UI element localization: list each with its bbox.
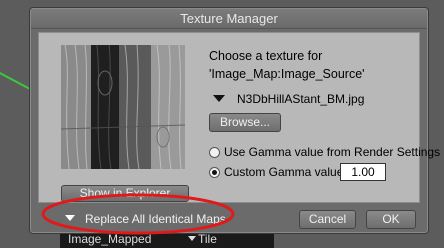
texture-manager-dialog: Texture Manager Choose a texture for 'Im…: [30, 8, 440, 233]
texture-dropdown-arrow-icon[interactable]: [213, 95, 225, 102]
gamma-custom-label: Custom Gamma value:: [224, 165, 347, 179]
background-property-value: Tile: [198, 232, 217, 246]
replace-dropdown-arrow-icon[interactable]: [65, 215, 75, 221]
texture-file-select[interactable]: N3DbHillAStant_BM.jpg: [237, 92, 364, 106]
replace-all-identical-maps-option[interactable]: Replace All Identical Maps: [85, 212, 226, 226]
browse-button[interactable]: Browse...: [209, 113, 281, 132]
prompt-line-1: Choose a texture for: [209, 49, 323, 63]
dialog-title: Texture Manager: [31, 9, 427, 29]
chevron-down-icon: [188, 236, 196, 241]
gamma-render-settings-label: Use Gamma value from Render Settings: [224, 145, 441, 159]
background-property-name: Image_Mapped: [68, 232, 152, 246]
texture-preview-image: [61, 45, 185, 169]
ok-button[interactable]: OK: [366, 210, 416, 229]
gamma-custom-radio[interactable]: [209, 167, 220, 178]
cancel-button[interactable]: Cancel: [299, 210, 356, 229]
dialog-content: Choose a texture for 'Image_Map:Image_So…: [38, 32, 440, 203]
prompt-line-2: 'Image_Map:Image_Source': [209, 67, 365, 81]
show-in-explorer-button[interactable]: Show in Explorer: [61, 185, 189, 202]
gamma-value-input[interactable]: 1.00: [340, 163, 386, 181]
gamma-render-settings-radio[interactable]: [209, 147, 220, 158]
